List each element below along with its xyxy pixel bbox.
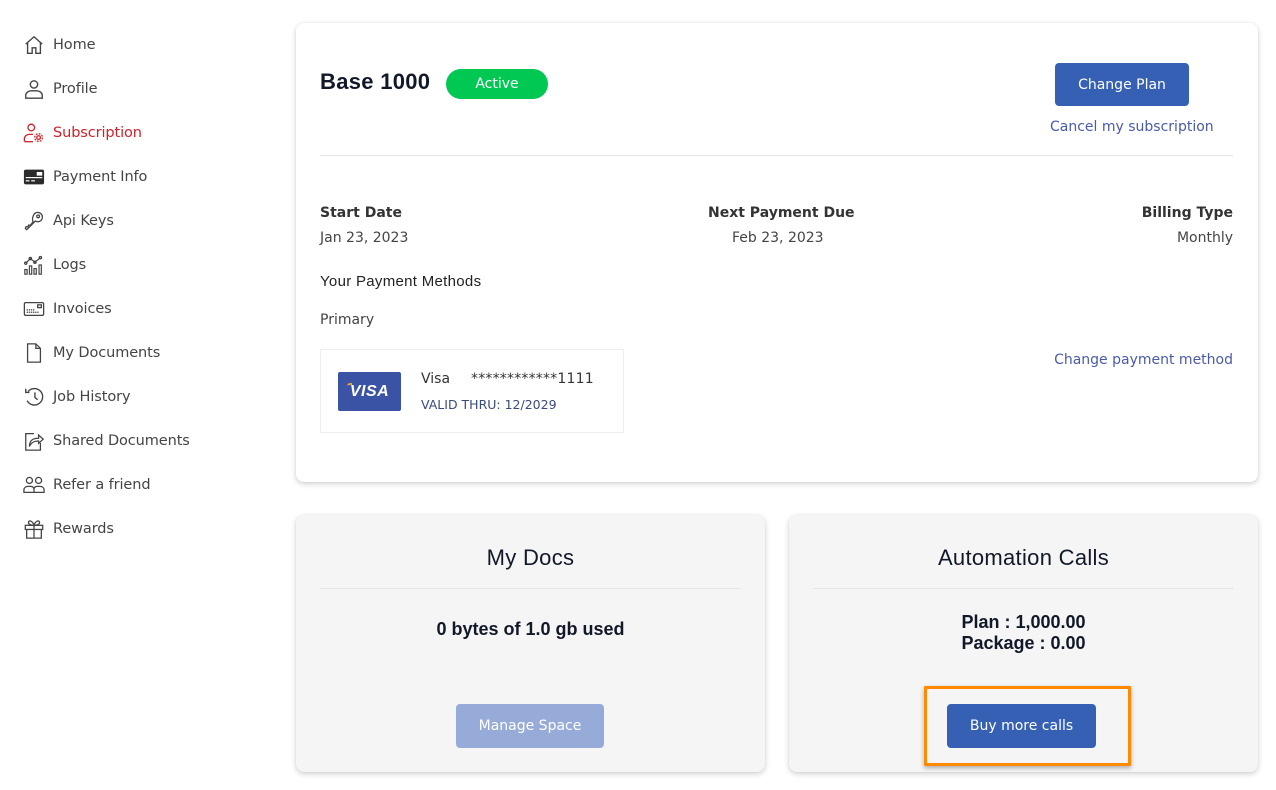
history-icon [22, 385, 46, 409]
automation-calls-title: Automation Calls [937, 545, 1110, 570]
start-date-value: Jan 23, 2023 [320, 230, 409, 246]
home-icon [22, 33, 46, 57]
sidebar-item-shared-documents[interactable]: Shared Documents [22, 429, 190, 453]
plan-calls: Plan : 1,000.00 [961, 612, 1086, 632]
sidebar-item-label: Logs [53, 257, 87, 273]
key-icon [22, 209, 46, 233]
sidebar-item-rewards[interactable]: Rewards [22, 517, 114, 541]
my-docs-card: My Docs 0 bytes of 1.0 gb used Manage Sp… [296, 515, 765, 772]
change-payment-method-link[interactable]: Change payment method [1054, 352, 1233, 368]
my-docs-title: My Docs [486, 545, 575, 570]
sidebar-item-label: Job History [53, 389, 131, 405]
gift-icon [22, 517, 46, 541]
visa-logo-text: VISA [349, 382, 390, 400]
document-icon [22, 341, 46, 365]
sidebar-item-payment-info[interactable]: Payment Info [22, 165, 147, 189]
invoice-icon [22, 297, 46, 321]
cancel-subscription-link[interactable]: Cancel my subscription [1050, 119, 1214, 135]
credit-card-icon [22, 165, 46, 189]
billing-type-value: Monthly [1176, 230, 1233, 246]
automation-calls-card: Automation Calls Plan : 1,000.00 Package… [789, 515, 1258, 772]
card-expiry: VALID THRU: 12/2029 [421, 397, 557, 412]
sidebar-item-profile[interactable]: Profile [22, 77, 97, 101]
manage-space-button[interactable]: Manage Space [456, 704, 604, 748]
next-payment-label: Next Payment Due [708, 205, 855, 221]
sidebar-item-invoices[interactable]: Invoices [22, 297, 112, 321]
plan-name: Base 1000 [320, 69, 431, 94]
sidebar-item-label: Api Keys [53, 213, 114, 229]
sidebar-item-my-documents[interactable]: My Documents [22, 341, 160, 365]
user-gear-icon [22, 121, 46, 145]
storage-usage: 0 bytes of 1.0 gb used [436, 619, 625, 639]
sidebar-item-label: Payment Info [53, 169, 148, 185]
buy-more-calls-button[interactable]: Buy more calls [947, 704, 1096, 748]
start-date-label: Start Date [320, 205, 402, 221]
sidebar-item-home[interactable]: Home [22, 33, 96, 57]
sidebar-item-label: Invoices [53, 301, 112, 317]
payment-methods-title: Your Payment Methods [320, 273, 482, 290]
divider [320, 588, 741, 589]
chart-icon [22, 253, 46, 277]
sidebar-item-api-keys[interactable]: Api Keys [22, 209, 114, 233]
sidebar-item-logs[interactable]: Logs [22, 253, 86, 277]
primary-label: Primary [320, 312, 375, 328]
sidebar-item-label: My Documents [53, 345, 161, 361]
next-payment-value: Feb 23, 2023 [732, 230, 824, 246]
sidebar-item-label: Home [53, 37, 96, 53]
sidebar-item-label: Profile [53, 81, 98, 97]
subscription-card: Base 1000 Active Change Plan Cancel my s… [296, 23, 1258, 482]
package-calls: Package : 0.00 [961, 633, 1086, 653]
divider [813, 588, 1234, 589]
users-icon [22, 473, 46, 497]
sidebar-item-label: Subscription [53, 125, 142, 141]
sidebar-nav: Home Profile Subscription Payment Info A… [0, 0, 260, 790]
billing-type-label: Billing Type [1141, 205, 1233, 221]
card-number: ************1111 [471, 371, 594, 387]
status-badge: Active [446, 69, 548, 99]
sidebar-item-job-history[interactable]: Job History [22, 385, 131, 409]
sidebar-item-label: Refer a friend [53, 477, 151, 493]
sidebar-item-label: Rewards [53, 521, 114, 537]
sidebar-item-label: Shared Documents [53, 433, 190, 449]
sidebar-item-subscription[interactable]: Subscription [22, 121, 142, 145]
divider [320, 155, 1233, 156]
card-brand: Visa [421, 371, 451, 387]
visa-logo-icon: VISA [338, 372, 401, 411]
payment-method-card: VISA Visa ************1111 VALID THRU: 1… [320, 349, 624, 433]
share-icon [22, 429, 46, 453]
sidebar-item-refer-a-friend[interactable]: Refer a friend [22, 473, 151, 497]
change-plan-button[interactable]: Change Plan [1055, 63, 1189, 106]
user-icon [22, 77, 46, 101]
